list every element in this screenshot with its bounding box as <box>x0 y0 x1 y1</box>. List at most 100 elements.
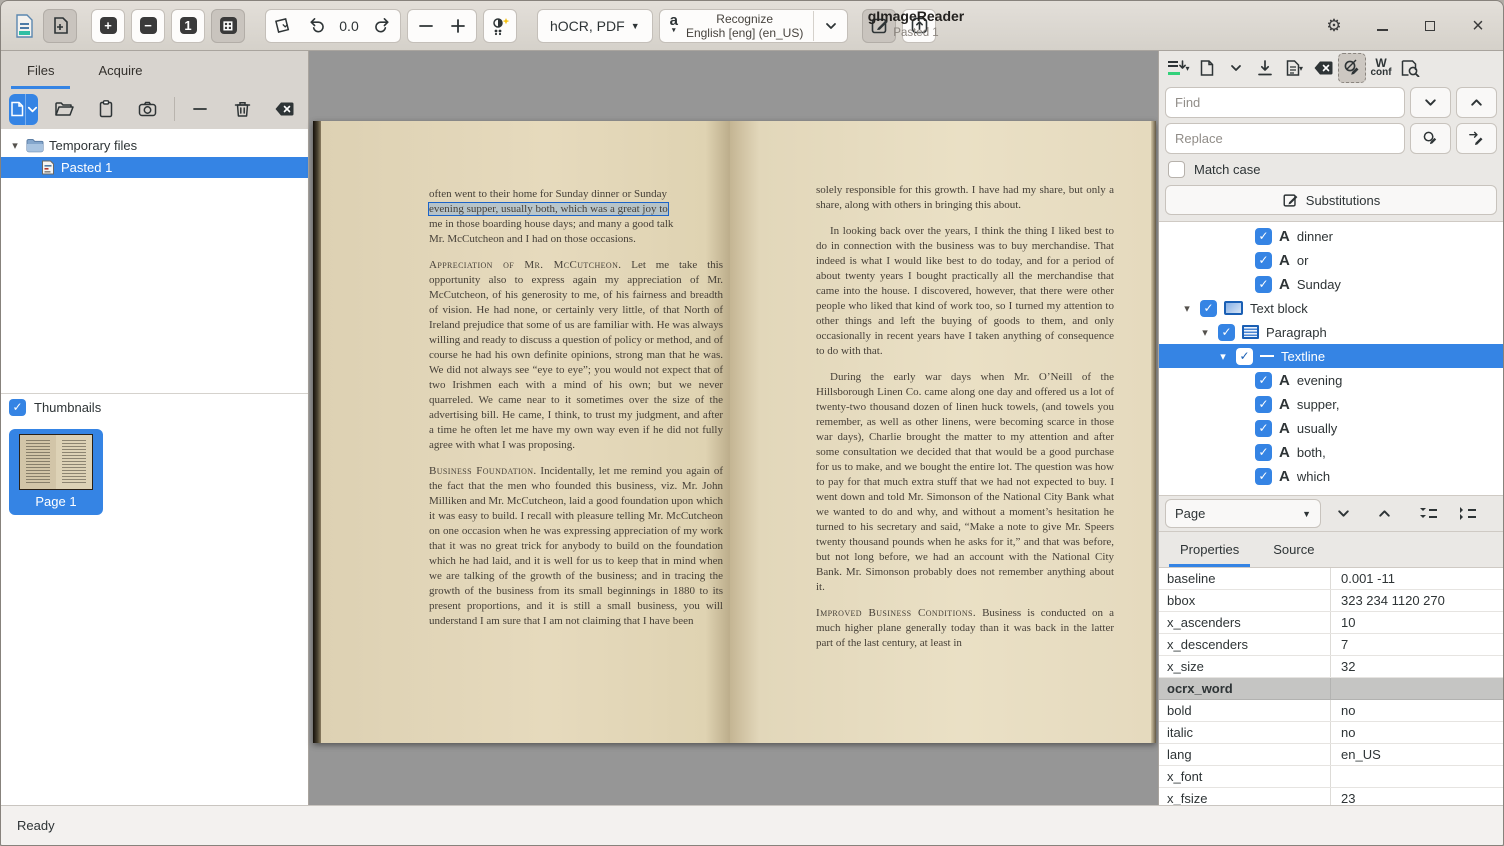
checkbox[interactable]: ✓ <box>1255 468 1272 485</box>
rotate-mode-button[interactable] <box>268 11 300 41</box>
tab-files[interactable]: Files <box>5 51 76 89</box>
match-case-checkbox[interactable] <box>1168 161 1185 178</box>
open-hocr-button[interactable] <box>1193 53 1221 83</box>
scanned-book-image[interactable]: often went to their home for Sunday dinn… <box>313 121 1156 743</box>
find-next-button[interactable] <box>1410 87 1451 118</box>
tree-row-temporary-files[interactable]: ▾ Temporary files <box>1 135 308 156</box>
hocr-paragraph-row[interactable]: ▾ ✓ Paragraph <box>1159 320 1503 344</box>
property-value[interactable]: 7 <box>1331 637 1348 652</box>
close-button[interactable]: × <box>1469 17 1487 35</box>
checkbox[interactable]: ✓ <box>1255 252 1272 269</box>
checkbox[interactable]: ✓ <box>1255 444 1272 461</box>
recognize-options-dropdown[interactable] <box>813 11 847 41</box>
find-replace-toggle[interactable] <box>1338 53 1366 83</box>
property-row[interactable]: baseline 0.001 -11 <box>1159 568 1503 590</box>
expand-all-button[interactable] <box>1410 499 1446 529</box>
image-controls-button[interactable] <box>483 9 517 43</box>
checkbox[interactable]: ✓ <box>1236 348 1253 365</box>
property-value[interactable]: 0.001 -11 <box>1331 571 1395 586</box>
hocr-textline-row-selected[interactable]: ▾ ✓ Textline <box>1159 344 1503 368</box>
open-folder-button[interactable] <box>48 94 80 124</box>
menu-gear-button[interactable]: ⚙ <box>1325 17 1343 35</box>
zoom-original-button[interactable]: 1 <box>171 9 205 43</box>
zoom-fit-button[interactable]: ⊞ <box>211 9 245 43</box>
add-page-button[interactable] <box>43 9 77 43</box>
delete-button[interactable] <box>226 94 258 124</box>
preview-toggle[interactable] <box>1396 53 1424 83</box>
clear-output-button[interactable] <box>1309 53 1337 83</box>
property-row[interactable]: x_ascenders 10 <box>1159 612 1503 634</box>
substitutions-button[interactable]: Substitutions <box>1165 185 1497 215</box>
tree-row-pasted-file[interactable]: Pasted 1 <box>1 157 308 178</box>
property-value[interactable]: 323 234 1120 270 <box>1331 593 1445 608</box>
maximize-button[interactable] <box>1421 17 1439 35</box>
thumbnail-page-1[interactable]: Page 1 <box>9 429 103 515</box>
paste-button[interactable] <box>90 94 122 124</box>
substitute-button[interactable] <box>1410 123 1451 154</box>
minimize-button[interactable] <box>1373 17 1391 35</box>
zoom-out-button[interactable]: − <box>131 9 165 43</box>
hocr-word-row[interactable]: ✓ A Sunday <box>1159 272 1503 296</box>
image-canvas[interactable]: often went to their home for Sunday dinn… <box>310 51 1158 805</box>
add-images-dropdown[interactable] <box>26 94 38 125</box>
find-input[interactable] <box>1165 87 1405 118</box>
checkbox[interactable]: ✓ <box>1255 372 1272 389</box>
property-value[interactable]: 10 <box>1331 615 1355 630</box>
collapse-all-button[interactable] <box>1449 499 1485 529</box>
zoom-in-button[interactable]: + <box>91 9 125 43</box>
checkbox[interactable]: ✓ <box>1255 276 1272 293</box>
word-confidence-toggle[interactable]: W conf <box>1367 53 1395 83</box>
increase-button[interactable] <box>442 11 474 41</box>
hocr-word-row[interactable]: ✓ A both, <box>1159 440 1503 464</box>
save-hocr-button[interactable] <box>1251 53 1279 83</box>
clear-list-button[interactable] <box>268 94 300 124</box>
next-item-button[interactable] <box>1324 499 1362 529</box>
hocr-textblock-row[interactable]: ▾ ✓ Text block <box>1159 296 1503 320</box>
expander-icon[interactable]: ▾ <box>1199 326 1211 339</box>
decrease-button[interactable] <box>410 11 442 41</box>
expander-icon[interactable]: ▾ <box>1217 350 1229 363</box>
add-images-icon[interactable] <box>9 94 26 125</box>
export-hocr-button[interactable]: ▾ <box>1280 53 1308 83</box>
thumbnails-checkbox[interactable]: ✓ <box>9 399 26 416</box>
tab-properties[interactable]: Properties <box>1163 532 1256 567</box>
find-previous-button[interactable] <box>1456 87 1497 118</box>
hocr-word-row[interactable]: ✓ A evening <box>1159 368 1503 392</box>
expander-icon[interactable]: ▾ <box>9 139 21 152</box>
selected-textline-highlight[interactable]: evening supper, usually both, which was … <box>429 203 668 215</box>
checkbox[interactable]: ✓ <box>1255 228 1272 245</box>
checkbox[interactable]: ✓ <box>1255 396 1272 413</box>
expander-icon[interactable]: ▾ <box>1181 302 1193 315</box>
property-value[interactable]: 32 <box>1331 659 1355 674</box>
output-format-dropdown[interactable]: hOCR, PDF ▼ <box>537 9 653 43</box>
rotate-right-button[interactable] <box>366 11 398 41</box>
screenshot-button[interactable] <box>132 94 164 124</box>
hocr-word-row[interactable]: ✓ A supper, <box>1159 392 1503 416</box>
insert-mode-button[interactable]: ▾ <box>1164 53 1192 83</box>
rotation-value[interactable]: 0.0 <box>332 18 366 34</box>
checkbox[interactable]: ✓ <box>1200 300 1217 317</box>
property-value[interactable]: no <box>1331 725 1355 740</box>
property-row[interactable]: lang en_US <box>1159 744 1503 766</box>
add-images-split-button[interactable] <box>9 94 38 125</box>
hocr-word-row[interactable]: ✓ A or <box>1159 248 1503 272</box>
property-value[interactable]: 23 <box>1331 791 1355 806</box>
open-hocr-dropdown[interactable] <box>1222 53 1250 83</box>
previous-item-button[interactable] <box>1365 499 1403 529</box>
tab-acquire[interactable]: Acquire <box>76 51 164 89</box>
checkbox[interactable]: ✓ <box>1255 420 1272 437</box>
property-value[interactable]: no <box>1331 703 1355 718</box>
page-combobox[interactable]: Page ▼ <box>1165 499 1321 528</box>
property-row[interactable]: bold no <box>1159 700 1503 722</box>
checkbox[interactable]: ✓ <box>1218 324 1235 341</box>
recognize-button[interactable]: a▾ Recognize English [eng] (en_US) <box>660 9 814 43</box>
tab-source[interactable]: Source <box>1256 532 1331 567</box>
property-row[interactable]: bbox 323 234 1120 270 <box>1159 590 1503 612</box>
property-row[interactable]: x_font <box>1159 766 1503 788</box>
remove-page-button[interactable] <box>184 94 216 124</box>
property-value[interactable]: en_US <box>1331 747 1381 762</box>
hocr-word-row[interactable]: ✓ A usually <box>1159 416 1503 440</box>
rotate-left-button[interactable] <box>300 11 332 41</box>
property-row[interactable]: italic no <box>1159 722 1503 744</box>
hocr-word-row[interactable]: ✓ A which <box>1159 464 1503 488</box>
